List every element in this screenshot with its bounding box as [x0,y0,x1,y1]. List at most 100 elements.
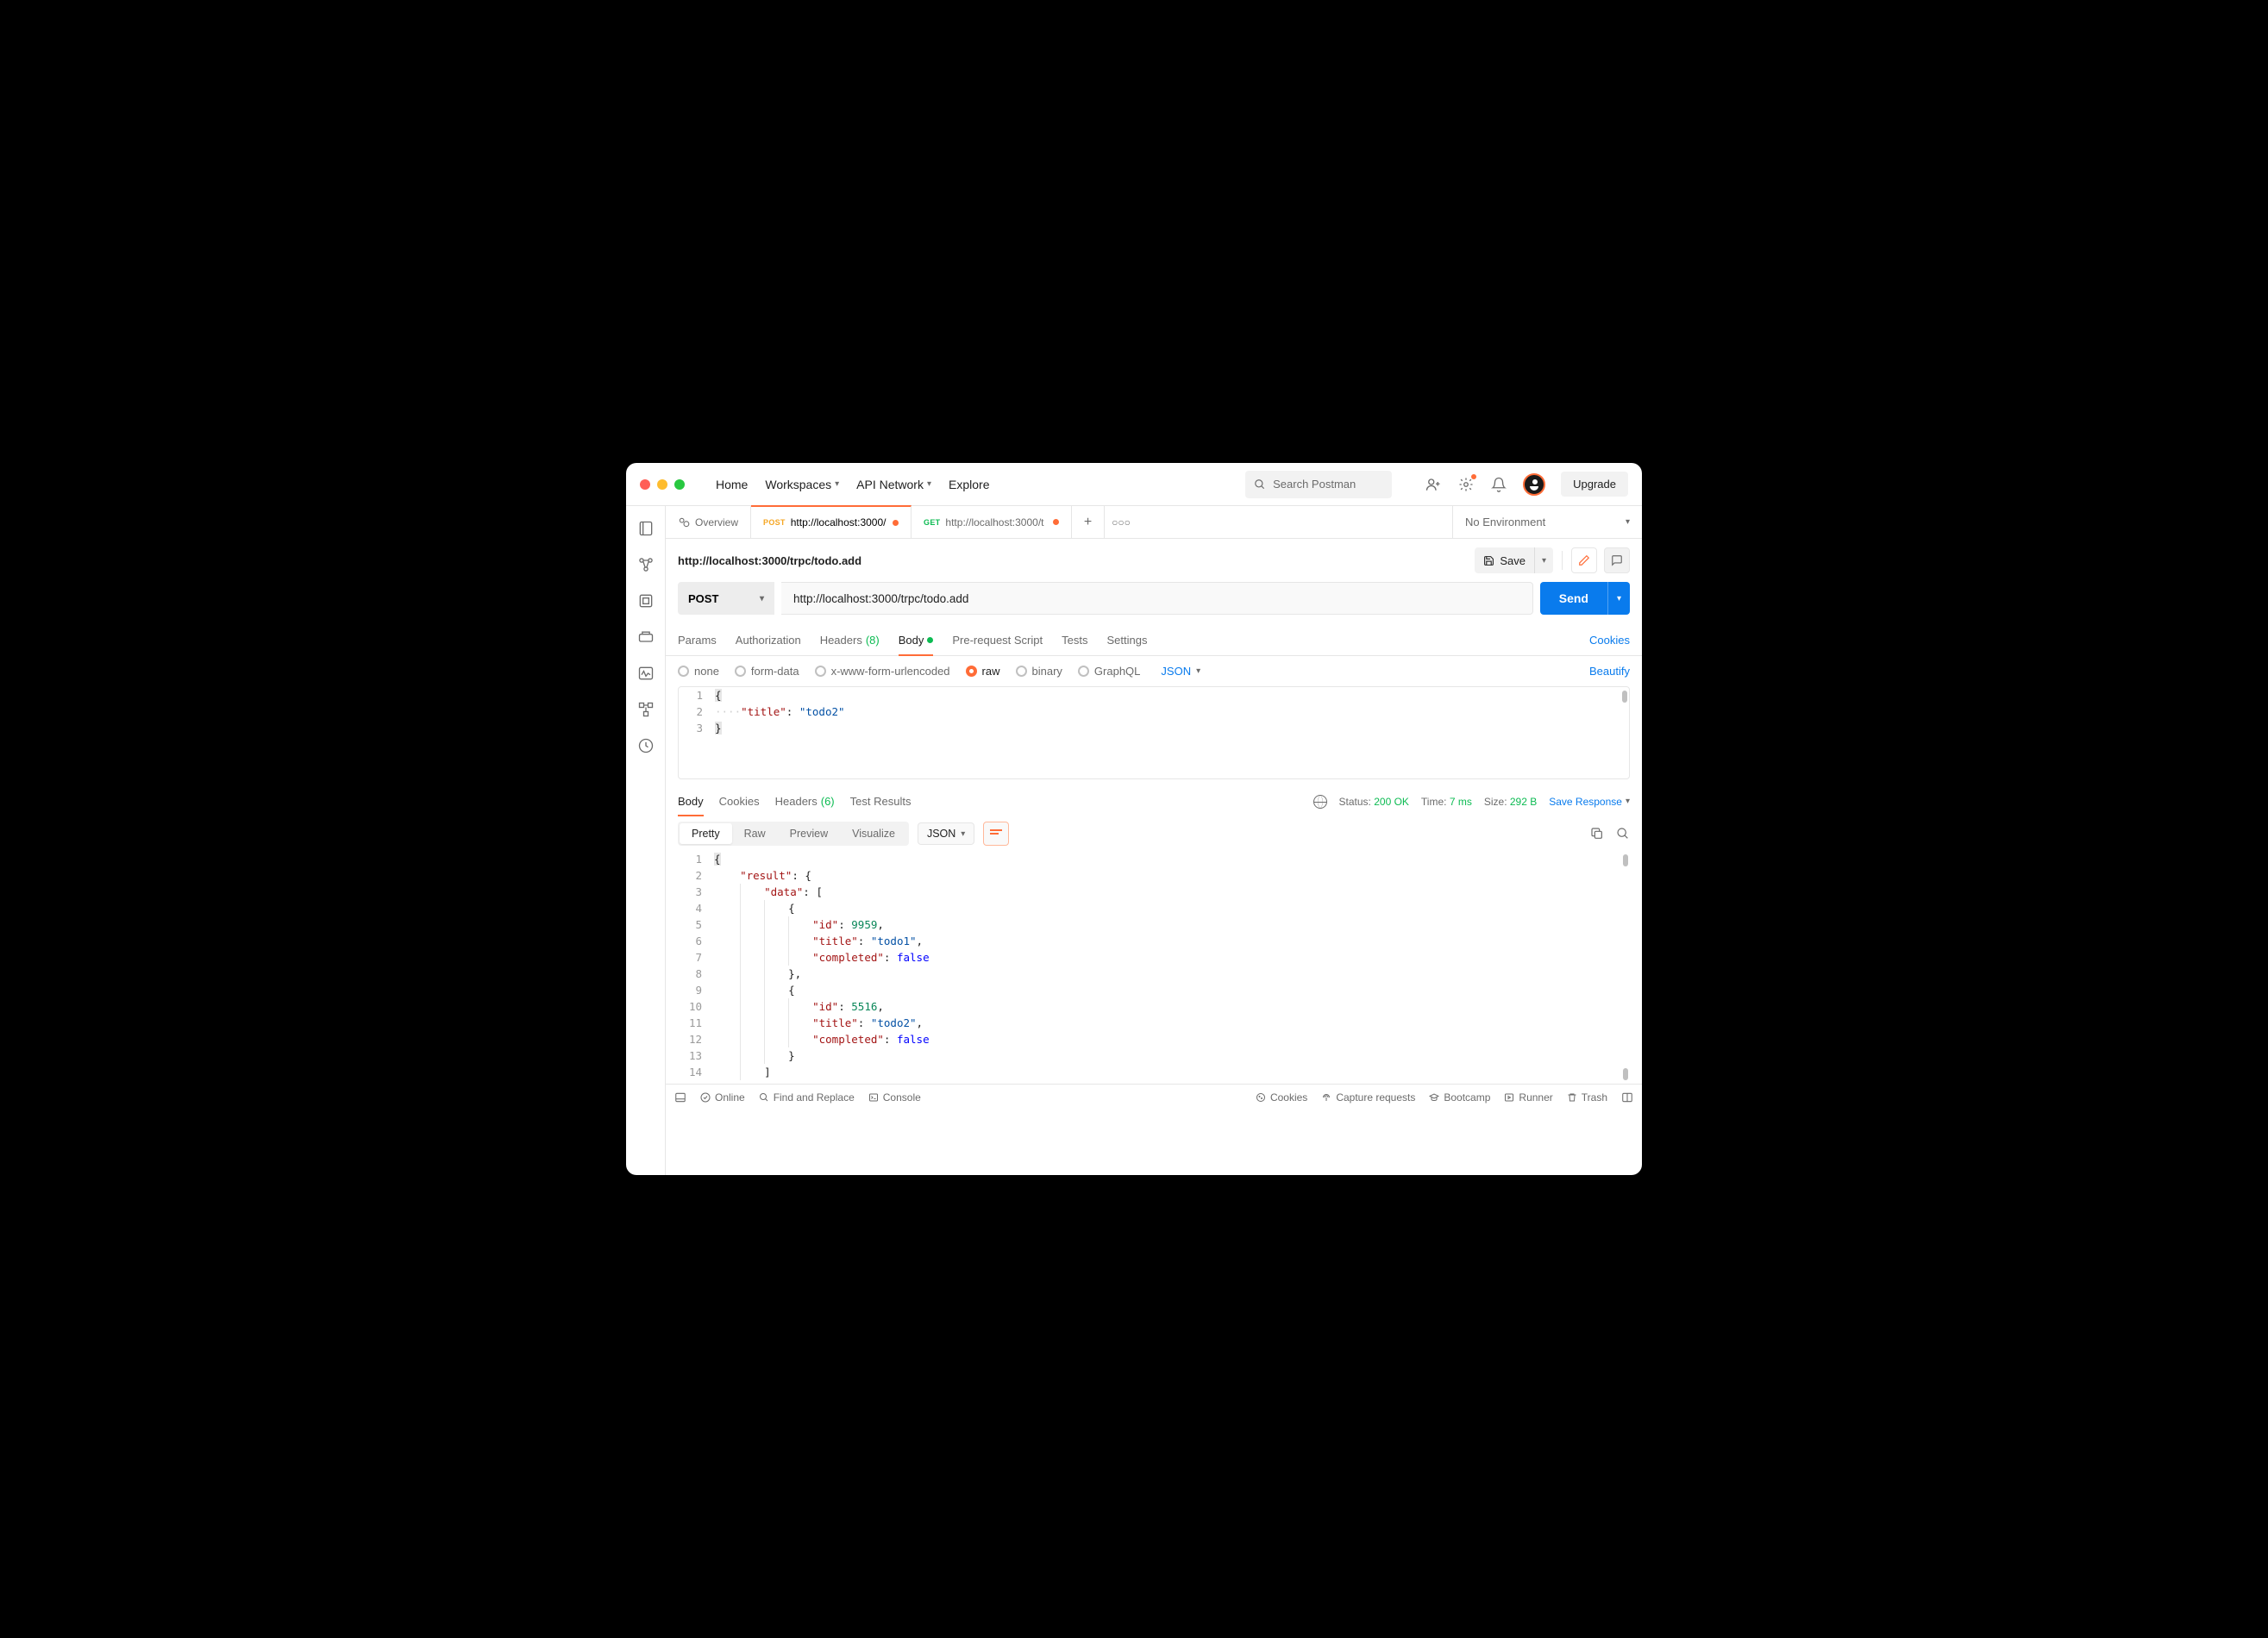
footer-find-replace[interactable]: Find and Replace [759,1091,855,1103]
tab-overview-label: Overview [695,516,738,528]
footer-capture[interactable]: Capture requests [1321,1091,1415,1103]
notifications-icon[interactable] [1490,476,1507,493]
save-response-button[interactable]: Save Response▾ [1549,796,1630,808]
scrollbar-thumb[interactable] [1622,691,1627,703]
chevron-down-icon: ▾ [927,479,931,489]
close-window-button[interactable] [640,479,650,490]
collections-icon[interactable] [637,520,655,537]
header-actions: Upgrade [1425,472,1628,497]
main-panel: Overview POST http://localhost:3000/ GET… [666,506,1642,1175]
resp-tab-headers[interactable]: Headers (6) [775,786,835,816]
wrap-lines-button[interactable] [983,822,1009,846]
body-type-urlencoded[interactable]: x-www-form-urlencoded [815,665,950,678]
body-type-raw[interactable]: raw [966,665,1000,678]
notification-dot [1471,474,1476,479]
footer-cookies[interactable]: Cookies [1256,1091,1307,1103]
method-badge: POST [763,518,786,527]
save-label: Save [1500,554,1526,567]
upgrade-button[interactable]: Upgrade [1561,472,1628,497]
play-icon [1504,1092,1514,1103]
request-subtabs: Params Authorization Headers (8) Body Pr… [666,625,1642,656]
subtab-headers[interactable]: Headers (8) [820,625,880,655]
cookies-link[interactable]: Cookies [1589,634,1630,647]
scrollbar-thumb[interactable] [1623,1068,1628,1080]
network-icon[interactable] [1313,795,1327,809]
mock-servers-icon[interactable] [637,628,655,646]
environment-selector[interactable]: No Environment ▾ [1452,506,1642,538]
flows-icon[interactable] [637,701,655,718]
subtab-authorization[interactable]: Authorization [736,625,801,655]
nav-explore[interactable]: Explore [949,478,989,491]
subtab-params[interactable]: Params [678,625,717,655]
view-preview[interactable]: Preview [778,823,840,844]
new-tab-button[interactable]: + [1072,506,1105,538]
body-type-none[interactable]: none [678,665,719,678]
history-icon[interactable] [637,737,655,754]
resp-tab-cookies[interactable]: Cookies [719,786,760,816]
search-icon[interactable] [1616,827,1630,841]
body-modified-dot [927,637,933,643]
view-visualize[interactable]: Visualize [840,823,907,844]
response-format-selector[interactable]: JSON▾ [918,822,974,845]
resp-tab-body[interactable]: Body [678,786,704,816]
tab-url-label: http://localhost:3000/t [945,516,1048,528]
terminal-icon [868,1092,879,1103]
tab-overflow-button[interactable]: ○○○ [1105,506,1137,538]
search-icon [1254,478,1266,491]
environments-icon[interactable] [637,592,655,610]
subtab-tests[interactable]: Tests [1062,625,1087,655]
method-selector[interactable]: POST ▾ [678,582,774,615]
scrollbar-thumb[interactable] [1623,854,1628,866]
comment-icon [1611,554,1623,566]
save-dropdown[interactable]: ▾ [1534,547,1553,573]
minimize-window-button[interactable] [657,479,667,490]
invite-icon[interactable] [1425,476,1442,493]
send-dropdown[interactable]: ▾ [1607,582,1630,615]
nav-workspaces[interactable]: Workspaces▾ [765,478,839,491]
footer-layout-toggle[interactable] [1621,1091,1633,1103]
copy-icon[interactable] [1590,827,1604,841]
nav-home[interactable]: Home [716,478,748,491]
body-type-formdata[interactable]: form-data [735,665,799,678]
tab-request-2[interactable]: GET http://localhost:3000/t [912,506,1072,538]
subtab-prerequest[interactable]: Pre-request Script [952,625,1043,655]
url-input[interactable]: http://localhost:3000/trpc/todo.add [781,582,1533,615]
apis-icon[interactable] [637,556,655,573]
nav-api-network[interactable]: API Network▾ [856,478,931,491]
subtab-body[interactable]: Body [899,625,934,655]
user-avatar[interactable] [1523,473,1545,496]
resp-tab-tests[interactable]: Test Results [850,786,912,816]
maximize-window-button[interactable] [674,479,685,490]
beautify-link[interactable]: Beautify [1589,665,1630,678]
chevron-down-icon: ▾ [835,479,839,489]
send-button[interactable]: Send ▾ [1540,582,1630,615]
body-type-graphql[interactable]: GraphQL [1078,665,1140,678]
tab-request-1[interactable]: POST http://localhost:3000/ [751,505,912,538]
footer-trash[interactable]: Trash [1567,1091,1607,1103]
send-label: Send [1540,591,1607,605]
grad-cap-icon [1429,1092,1439,1103]
response-body-viewer[interactable]: 1{ 2 "result": { 3 "data": [ 4 { 5 "id":… [678,851,1630,1084]
request-title: http://localhost:3000/trpc/todo.add [678,554,861,567]
request-header-actions: Save ▾ [1475,547,1630,573]
view-raw[interactable]: Raw [732,823,778,844]
app-window: Home Workspaces▾ API Network▾ Explore Se… [626,463,1642,1175]
footer-panel-toggle[interactable] [674,1091,686,1103]
search-input[interactable]: Search Postman [1245,471,1392,498]
view-pretty[interactable]: Pretty [680,823,732,844]
body-format-selector[interactable]: JSON▾ [1161,665,1200,678]
footer-bootcamp[interactable]: Bootcamp [1429,1091,1490,1103]
footer-online[interactable]: Online [700,1091,745,1103]
subtab-settings[interactable]: Settings [1106,625,1147,655]
edit-icon-button[interactable] [1571,547,1597,573]
settings-icon[interactable] [1457,476,1475,493]
footer-runner[interactable]: Runner [1504,1091,1552,1103]
save-button[interactable]: Save ▾ [1475,547,1553,573]
body-type-binary[interactable]: binary [1016,665,1062,678]
comment-icon-button[interactable] [1604,547,1630,573]
monitors-icon[interactable] [637,665,655,682]
response-view-row: Pretty Raw Preview Visualize JSON▾ [666,816,1642,851]
request-body-editor[interactable]: 1{ 2····"title": "todo2" 3} [678,686,1630,779]
tab-overview[interactable]: Overview [666,506,751,538]
footer-console[interactable]: Console [868,1091,921,1103]
